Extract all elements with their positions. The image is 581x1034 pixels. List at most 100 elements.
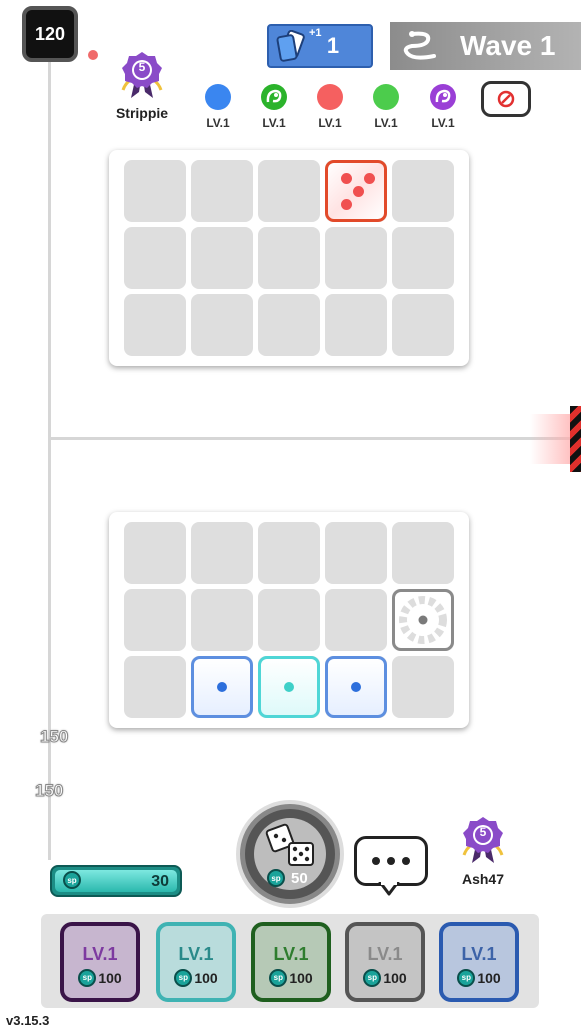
upgrade-level: LV.1 (367, 943, 403, 964)
card-counter[interactable]: +1 1 (267, 24, 373, 68)
opponent-deck-4: LV.1 (366, 84, 406, 130)
board-slot (124, 160, 186, 222)
board-slot[interactable] (191, 656, 253, 718)
spawn-glow (530, 414, 575, 464)
board-slot (392, 160, 454, 222)
upgrade-cost: 100 (194, 969, 218, 986)
emote-chat-button[interactable] (354, 836, 428, 886)
player-name: Ash47 (461, 871, 505, 887)
board-slot (258, 294, 320, 356)
red-dot-icon (317, 84, 343, 110)
board-slot[interactable] (325, 589, 387, 651)
sp-coin-icon: sp (457, 968, 476, 987)
rank-badge-icon (121, 52, 163, 98)
upgrade-level: LV.1 (82, 943, 118, 964)
board-slot[interactable] (325, 522, 387, 584)
board-slot (124, 294, 186, 356)
upgrade-cost: 100 (383, 969, 407, 986)
board-slot[interactable] (124, 522, 186, 584)
sp-coin-icon: sp (267, 869, 285, 887)
gear-icon (399, 596, 447, 644)
enemy-path-horizontal (48, 437, 581, 440)
board-slot[interactable] (392, 656, 454, 718)
upgrade-cost: 100 (98, 969, 122, 986)
board-slot[interactable] (392, 522, 454, 584)
mute-icon (497, 90, 515, 108)
board-slot[interactable] (191, 522, 253, 584)
opponent-name: Strippie (115, 105, 169, 121)
board-slot (325, 160, 387, 222)
version-label: v3.15.3 (6, 1013, 50, 1028)
ice-dice[interactable] (258, 656, 320, 718)
sp-amount: 30 (151, 873, 169, 890)
sp-coin-icon: sp (269, 968, 288, 987)
upgrade-button-vine[interactable]: LV.1 sp 100 (251, 922, 331, 1002)
serpent-icon (403, 31, 436, 60)
upgrade-button-ice[interactable]: LV.1 sp 100 (156, 922, 236, 1002)
upgrade-level: LV.1 (273, 943, 309, 964)
green-dot-icon (373, 84, 399, 110)
sp-coin-icon: sp (63, 871, 81, 889)
emote-toggle-button[interactable] (481, 81, 531, 117)
board-slot[interactable] (392, 589, 454, 651)
cards-icon (276, 30, 305, 62)
enemy-marker (88, 50, 98, 60)
board-slot (258, 160, 320, 222)
upgrade-cost: 100 (477, 969, 501, 986)
upgrade-level: LV.1 (178, 943, 214, 964)
upgrade-button-wind[interactable]: LV.1 sp 100 (439, 922, 519, 1002)
gear-dice[interactable] (392, 589, 454, 651)
upgrade-level: LV.1 (461, 943, 497, 964)
damage-number: 150 (34, 781, 64, 801)
green-dragon-icon (261, 84, 287, 110)
card-count: 1 (326, 33, 340, 58)
sp-coin-icon: sp (174, 968, 193, 987)
fire-dice (325, 160, 387, 222)
board-slot[interactable] (124, 589, 186, 651)
roll-dice-button[interactable]: sp 50 (240, 804, 340, 904)
board-slot[interactable] (191, 589, 253, 651)
damage-number: 150 (39, 727, 69, 747)
upgrade-button-gear[interactable]: LV.1 sp 100 (345, 922, 425, 1002)
wave-timer: 120 (22, 6, 78, 62)
board-slot (191, 160, 253, 222)
wave-label: Wave 1 (460, 30, 556, 61)
opponent-board (109, 150, 469, 366)
purple-dragon-icon (430, 84, 456, 110)
opponent-deck-1: LV.1 (198, 84, 238, 130)
opponent-rank: 5 (138, 60, 146, 74)
wind-dice[interactable] (325, 656, 387, 718)
board-slot[interactable] (325, 656, 387, 718)
sp-coin-icon: sp (78, 968, 97, 987)
opponent-deck-2: LV.1 (254, 84, 294, 130)
wind-dice[interactable] (191, 656, 253, 718)
upgrade-button-dark[interactable]: LV.1 sp 100 (60, 922, 140, 1002)
board-slot (258, 227, 320, 289)
board-slot (325, 294, 387, 356)
board-slot (325, 227, 387, 289)
blue-dot-icon (205, 84, 231, 110)
dice-icon (265, 823, 314, 866)
board-slot[interactable] (258, 656, 320, 718)
wave-banner: Wave 1 (390, 22, 581, 70)
player-rank: 5 (479, 825, 487, 839)
chat-tail (378, 882, 400, 896)
player-board (109, 512, 469, 728)
card-bonus: +1 (309, 27, 322, 39)
opponent-deck-3: LV.1 (310, 84, 350, 130)
board-slot[interactable] (124, 656, 186, 718)
board-slot (191, 227, 253, 289)
roll-cost: 50 (291, 870, 308, 887)
spawn-gate (570, 406, 581, 472)
board-slot[interactable] (258, 522, 320, 584)
rank-badge-icon (462, 817, 504, 863)
upgrade-cost: 100 (289, 969, 313, 986)
board-slot (124, 227, 186, 289)
opponent-deck-5: LV.1 (423, 84, 463, 130)
board-slot (392, 227, 454, 289)
board-slot[interactable] (258, 589, 320, 651)
sp-bar: sp 30 (50, 865, 182, 897)
sp-coin-icon: sp (363, 968, 382, 987)
board-slot (392, 294, 454, 356)
board-slot (191, 294, 253, 356)
